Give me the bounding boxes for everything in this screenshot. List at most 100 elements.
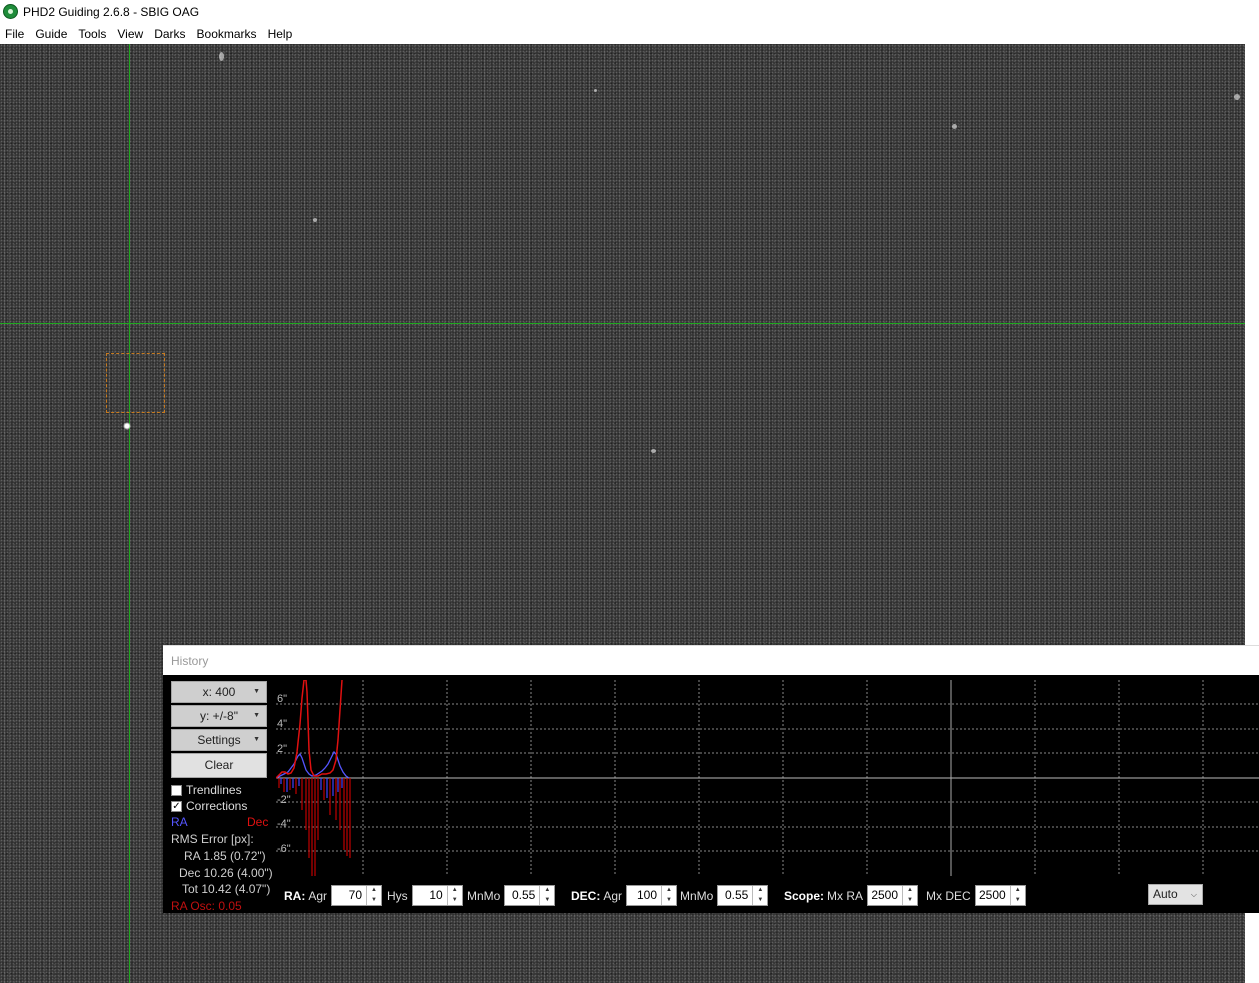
rms-ra: RA 1.85 (0.72") bbox=[184, 849, 266, 863]
menu-file[interactable]: File bbox=[0, 27, 30, 41]
dec-guide-mode-select[interactable]: Auto ⌵ bbox=[1148, 884, 1203, 905]
trendlines-label: Trendlines bbox=[186, 783, 242, 797]
settings-label: Settings bbox=[197, 733, 241, 747]
dec-minmove-spinner[interactable]: 0.55 ▲ ▼ bbox=[717, 885, 769, 906]
arrow-up-icon[interactable]: ▲ bbox=[448, 886, 462, 896]
arrow-down-icon[interactable]: ▼ bbox=[1011, 896, 1025, 906]
history-sidebar: x: 400 ▼ y: +/-8" ▼ Settings ▼ Clear Tre… bbox=[163, 676, 274, 913]
arrow-up-icon[interactable]: ▲ bbox=[903, 886, 917, 896]
menu-view[interactable]: View bbox=[112, 27, 149, 41]
ra-minmove-value[interactable]: 0.55 bbox=[505, 886, 539, 905]
clear-button[interactable]: Clear bbox=[171, 753, 267, 778]
spin-arrows[interactable]: ▲ ▼ bbox=[366, 886, 381, 905]
y-tick-label: -4" bbox=[277, 818, 291, 830]
max-dec-duration-value[interactable]: 2500 bbox=[976, 886, 1010, 905]
title-bar: PHD2 Guiding 2.6.8 - SBIG OAG bbox=[0, 0, 1259, 23]
guide-algorithm-controls: RA: Agr 70 ▲ ▼ Hys 10 ▲ ▼ MnMo 0.55 ▲ ▼ DEC… bbox=[274, 880, 1259, 910]
menu-bar: File Guide Tools View Darks Bookmarks He… bbox=[0, 23, 1259, 44]
dec-mnmo-label: MnMo bbox=[680, 888, 714, 903]
checkmark-icon[interactable]: ✓ bbox=[171, 800, 182, 812]
x-scale-dropdown[interactable]: x: 400 ▼ bbox=[171, 681, 267, 703]
arrow-down-icon[interactable]: ▼ bbox=[448, 896, 462, 906]
y-tick-label: 4" bbox=[277, 718, 287, 730]
corrections-checkbox[interactable]: ✓ Corrections bbox=[171, 799, 247, 813]
star bbox=[313, 218, 317, 222]
corrections-label: Corrections bbox=[186, 799, 248, 813]
y-tick-label: 2" bbox=[277, 743, 287, 755]
dec-section-label: DEC: bbox=[571, 888, 601, 903]
dec-aggression-value[interactable]: 100 bbox=[627, 886, 661, 905]
y-tick-label: 6" bbox=[277, 693, 287, 705]
arrow-down-icon[interactable]: ▼ bbox=[367, 896, 381, 906]
y-tick-label: -6" bbox=[277, 843, 291, 855]
ra-aggression-spinner[interactable]: 70 ▲ ▼ bbox=[331, 885, 383, 906]
spin-arrows[interactable]: ▲ ▼ bbox=[446, 886, 462, 906]
y-scale-dropdown[interactable]: y: +/-8" ▼ bbox=[171, 705, 267, 727]
ra-aggression-value[interactable]: 70 bbox=[332, 886, 366, 905]
chevron-down-icon: ▼ bbox=[253, 712, 260, 719]
arrow-up-icon[interactable]: ▲ bbox=[753, 886, 767, 896]
legend-ra: RA bbox=[171, 815, 188, 829]
trendlines-checkbox[interactable]: Trendlines bbox=[171, 783, 242, 797]
history-panel: History x: 400 ▼ y: +/-8" ▼ Settings ▼ C… bbox=[163, 645, 1259, 913]
star bbox=[219, 52, 224, 61]
rms-total: Tot 10.42 (4.07") bbox=[182, 882, 271, 896]
window-title: PHD2 Guiding 2.6.8 - SBIG OAG bbox=[23, 4, 200, 19]
checkbox-box[interactable] bbox=[171, 784, 182, 796]
ra-minmove-control: MnMo 0.55 ▲ ▼ bbox=[467, 884, 556, 907]
spin-arrows[interactable]: ▲ ▼ bbox=[752, 886, 767, 905]
spin-arrows[interactable]: ▲ ▼ bbox=[1009, 886, 1025, 906]
max-ra-duration-value[interactable]: 2500 bbox=[868, 886, 902, 905]
dec-agr-label: Agr bbox=[603, 888, 623, 903]
guide-star[interactable] bbox=[123, 422, 131, 430]
star bbox=[594, 89, 597, 92]
menu-tools[interactable]: Tools bbox=[73, 27, 112, 41]
spin-arrows[interactable]: ▲ ▼ bbox=[902, 886, 917, 905]
max-ra-duration-spinner[interactable]: 2500 ▲ ▼ bbox=[867, 885, 919, 906]
settings-dropdown[interactable]: Settings ▼ bbox=[171, 729, 267, 751]
mx-ra-label: Mx RA bbox=[827, 888, 864, 903]
dec-guide-mode-value: Auto bbox=[1153, 887, 1178, 901]
menu-darks[interactable]: Darks bbox=[149, 27, 191, 41]
scope-section-label: Scope: bbox=[784, 888, 825, 903]
menu-help[interactable]: Help bbox=[263, 27, 299, 41]
chevron-down-icon: ▼ bbox=[253, 736, 260, 743]
rms-error-header: RMS Error [px]: bbox=[171, 832, 254, 846]
spin-arrows[interactable]: ▲ ▼ bbox=[661, 886, 676, 905]
guide-history-graph[interactable]: 6" 4" 2" -2" -4" -6" bbox=[276, 680, 1259, 876]
max-dec-duration-control: Mx DEC 2500 ▲ ▼ bbox=[926, 884, 1026, 907]
legend-dec: Dec bbox=[247, 815, 269, 829]
spin-arrows[interactable]: ▲ ▼ bbox=[539, 886, 554, 905]
star-selection-box[interactable] bbox=[106, 353, 165, 413]
crosshair-horizontal bbox=[0, 323, 1245, 324]
max-dec-duration-spinner[interactable]: 2500 ▲ ▼ bbox=[974, 885, 1026, 906]
arrow-up-icon[interactable]: ▲ bbox=[1011, 886, 1025, 896]
x-scale-label: x: 400 bbox=[202, 685, 236, 699]
arrow-up-icon[interactable]: ▲ bbox=[367, 886, 381, 896]
dec-aggression-spinner[interactable]: 100 ▲ ▼ bbox=[626, 885, 678, 906]
star bbox=[1234, 94, 1240, 100]
dec-minmove-value[interactable]: 0.55 bbox=[718, 886, 752, 905]
chevron-down-icon: ▼ bbox=[253, 688, 260, 695]
hysteresis-spinner[interactable]: 10 ▲ ▼ bbox=[411, 885, 463, 906]
arrow-down-icon[interactable]: ▼ bbox=[540, 896, 554, 906]
star bbox=[651, 449, 656, 453]
menu-guide[interactable]: Guide bbox=[30, 27, 73, 41]
arrow-down-icon[interactable]: ▼ bbox=[753, 896, 767, 906]
dec-minmove-control: MnMo 0.55 ▲ ▼ bbox=[680, 884, 769, 907]
hysteresis-control: Hys 10 ▲ ▼ bbox=[387, 884, 463, 907]
menu-bookmarks[interactable]: Bookmarks bbox=[192, 27, 263, 41]
ra-agr-control: RA: Agr 70 ▲ ▼ bbox=[284, 884, 383, 907]
arrow-down-icon[interactable]: ▼ bbox=[903, 896, 917, 906]
arrow-down-icon[interactable]: ▼ bbox=[662, 896, 676, 906]
arrow-up-icon[interactable]: ▲ bbox=[540, 886, 554, 896]
ra-agr-label: Agr bbox=[308, 888, 328, 903]
crosshair-vertical bbox=[129, 44, 130, 983]
arrow-up-icon[interactable]: ▲ bbox=[662, 886, 676, 896]
mx-dec-label: Mx DEC bbox=[926, 888, 971, 903]
ra-minmove-spinner[interactable]: 0.55 ▲ ▼ bbox=[504, 885, 556, 906]
max-ra-duration-control: Scope: Mx RA 2500 ▲ ▼ bbox=[784, 884, 919, 907]
hysteresis-value[interactable]: 10 bbox=[413, 886, 447, 905]
phd2-app-icon bbox=[3, 4, 18, 19]
ra-mnmo-label: MnMo bbox=[467, 888, 501, 903]
